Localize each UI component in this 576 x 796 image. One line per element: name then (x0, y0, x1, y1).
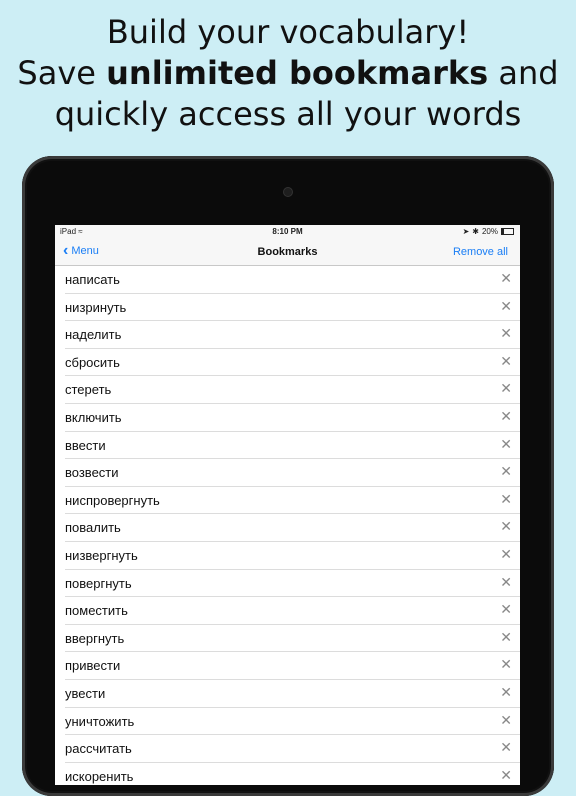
close-icon[interactable]: ✕ (500, 656, 512, 673)
close-icon[interactable]: ✕ (500, 518, 512, 535)
close-icon[interactable]: ✕ (500, 463, 512, 480)
remove-all-button[interactable]: Remove all (453, 246, 508, 258)
headline-line1: Build your vocabulary! (106, 13, 470, 51)
list-item[interactable]: возвести ✕ (65, 459, 520, 487)
close-icon[interactable]: ✕ (500, 767, 512, 784)
close-icon[interactable]: ✕ (500, 629, 512, 646)
bookmark-word: низвергнуть (65, 547, 138, 563)
close-icon[interactable]: ✕ (500, 325, 512, 342)
bookmark-word: включить (65, 409, 122, 425)
bookmark-word: увести (65, 685, 106, 701)
camera-icon (283, 187, 293, 197)
battery-icon (501, 228, 514, 235)
list-item[interactable]: искоренить ✕ (65, 763, 520, 785)
close-icon[interactable]: ✕ (500, 601, 512, 618)
close-icon[interactable]: ✕ (500, 712, 512, 729)
list-item[interactable]: наделить ✕ (65, 321, 520, 349)
list-item[interactable]: написать ✕ (65, 266, 520, 294)
headline-line2-post: and (488, 54, 559, 92)
headline-line2-pre: Save (17, 54, 107, 92)
list-item[interactable]: повалить ✕ (65, 514, 520, 542)
close-icon[interactable]: ✕ (500, 298, 512, 315)
headline-line2: Save unlimited bookmarks and (0, 53, 576, 94)
bookmark-word: искоренить (65, 768, 134, 784)
close-icon[interactable]: ✕ (500, 739, 512, 756)
bookmark-word: написать (65, 272, 120, 287)
list-item[interactable]: сбросить ✕ (65, 349, 520, 377)
bookmark-word: рассчитать (65, 741, 132, 757)
page-title: Bookmarks (257, 246, 318, 258)
list-item[interactable]: повергнуть ✕ (65, 570, 520, 598)
bookmark-word: наделить (65, 327, 122, 343)
headline-line2-bold: unlimited bookmarks (106, 54, 489, 92)
headline-line3: quickly access all your words (54, 95, 522, 133)
bookmark-word: стереть (65, 382, 112, 398)
list-item[interactable]: стереть ✕ (65, 376, 520, 404)
close-icon[interactable]: ✕ (500, 546, 512, 563)
close-icon[interactable]: ✕ (500, 380, 512, 397)
bookmark-word: сбросить (65, 354, 120, 370)
status-bar: iPad ≈ 8:10 PM ➤ ✱ 20% (55, 225, 520, 239)
bookmark-list: написать ✕ низринуть ✕ наделить ✕ сбросить ✕ сте… (55, 266, 520, 785)
list-item[interactable]: ниспровергнуть ✕ (65, 487, 520, 515)
close-icon[interactable]: ✕ (500, 491, 512, 508)
location-icon: ➤ (462, 227, 470, 236)
bluetooth-icon: ✱ (472, 227, 479, 236)
list-item[interactable]: увести ✕ (65, 680, 520, 708)
list-item[interactable]: низвергнуть ✕ (65, 542, 520, 570)
list-item[interactable]: низринуть ✕ (65, 294, 520, 322)
bookmark-word: возвести (65, 465, 119, 481)
close-icon[interactable]: ✕ (500, 684, 512, 701)
nav-bar: ‹ Menu Bookmarks Remove all (55, 239, 520, 266)
bookmark-word: повергнуть (65, 575, 132, 591)
bookmark-word: ниспровергнуть (65, 492, 160, 508)
bookmark-word: уничтожить (65, 713, 135, 729)
status-time: 8:10 PM (272, 227, 303, 236)
close-icon[interactable]: ✕ (500, 574, 512, 591)
list-item[interactable]: поместить ✕ (65, 597, 520, 625)
status-right: ➤ ✱ 20% (463, 227, 514, 236)
close-icon[interactable]: ✕ (500, 408, 512, 425)
list-item[interactable]: уничтожить ✕ (65, 708, 520, 736)
list-item[interactable]: привести ✕ (65, 652, 520, 680)
list-item[interactable]: ввести ✕ (65, 432, 520, 460)
status-battery-text: 20% (481, 227, 498, 236)
list-item[interactable]: ввергнуть ✕ (65, 625, 520, 653)
close-icon[interactable]: ✕ (500, 436, 512, 453)
bookmark-word: повалить (65, 520, 121, 536)
headline: Build your vocabulary! Save unlimited bo… (0, 12, 576, 135)
list-item[interactable]: включить ✕ (65, 404, 520, 432)
app-screen: iPad ≈ 8:10 PM ➤ ✱ 20% ‹ Menu Bookmarks … (55, 225, 520, 785)
list-item[interactable]: рассчитать ✕ (65, 735, 520, 763)
bookmark-word: привести (65, 658, 121, 674)
close-icon[interactable]: ✕ (500, 270, 512, 287)
bookmark-word: низринуть (65, 299, 127, 315)
bookmark-word: ввергнуть (65, 630, 125, 646)
close-icon[interactable]: ✕ (500, 353, 512, 370)
bookmark-word: поместить (65, 603, 128, 619)
bookmark-word: ввести (65, 437, 106, 453)
